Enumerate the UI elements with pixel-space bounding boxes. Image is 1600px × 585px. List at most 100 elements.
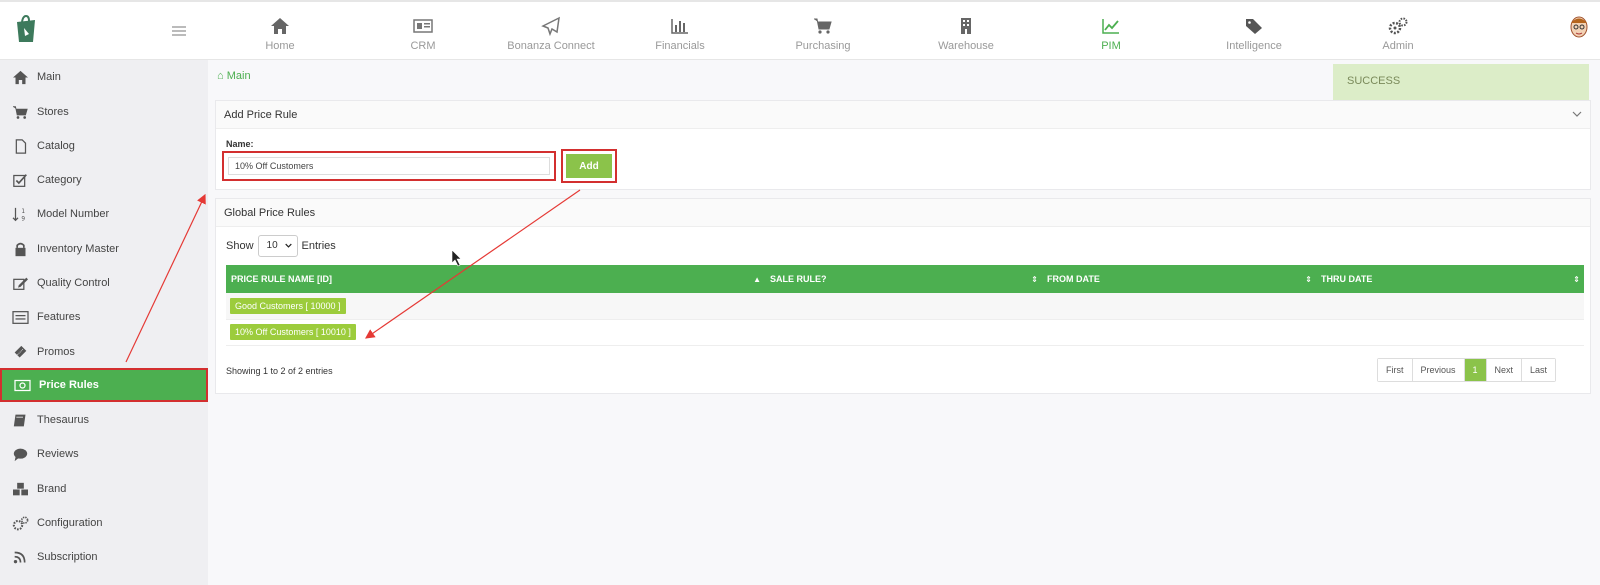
sidebar-item-label: Subscription — [37, 551, 98, 563]
file-icon — [15, 138, 27, 154]
sidebar-item-label: Main — [37, 71, 61, 83]
pager-page-1[interactable]: 1 — [1463, 359, 1486, 381]
nav-admin[interactable]: Admin — [1333, 10, 1463, 62]
pager-previous[interactable]: Previous — [1411, 359, 1464, 381]
sort-icon: ⇕ — [1573, 275, 1580, 284]
paper-plane-icon — [541, 16, 560, 36]
user-avatar[interactable] — [1568, 14, 1590, 42]
money-icon — [14, 379, 31, 391]
page-size-control: Show 10 Entries — [226, 235, 336, 257]
table-row: 10% Off Customers [ 10010 ] — [226, 319, 1584, 346]
nav-home[interactable]: Home — [215, 10, 345, 62]
menu-toggle-icon[interactable] — [172, 26, 186, 38]
column-header-name[interactable]: PRICE RULE NAME [ID] ▲ — [226, 265, 765, 293]
sidebar-item-stores[interactable]: Stores — [0, 95, 208, 129]
page-size-select[interactable]: 10 — [257, 235, 298, 257]
sidebar-item-label: Features — [37, 311, 81, 323]
chevron-down-icon — [284, 243, 292, 248]
panel-title: Add Price Rule — [224, 109, 298, 121]
list-icon — [12, 310, 29, 324]
sidebar-item-thesaurus[interactable]: Thesaurus — [0, 403, 208, 437]
sort-numeric-icon: 19 — [12, 207, 25, 222]
building-icon — [961, 18, 971, 34]
column-header-sale-rule[interactable]: SALE RULE? ⇕ — [765, 265, 1042, 293]
nav-bonanza-connect[interactable]: Bonanza Connect — [486, 10, 616, 62]
panel-title: Global Price Rules — [224, 207, 316, 219]
nav-label: Bonanza Connect — [507, 40, 595, 52]
thru-date-cell — [1316, 319, 1584, 346]
name-label: Name: — [226, 139, 254, 149]
chevron-down-icon[interactable] — [1572, 109, 1582, 119]
sidebar-item-reviews[interactable]: Reviews — [0, 437, 208, 471]
home-icon — [271, 18, 289, 34]
sidebar-item-label: Catalog — [37, 140, 75, 152]
cubes-icon — [13, 482, 28, 495]
column-header-thru-date[interactable]: THRU DATE ⇕ — [1316, 265, 1584, 293]
nav-label: Admin — [1382, 40, 1414, 52]
add-button[interactable]: Add — [566, 154, 612, 178]
rss-icon — [13, 551, 26, 563]
nav-label: Home — [265, 40, 295, 52]
id-card-icon — [413, 19, 433, 33]
pager-next[interactable]: Next — [1485, 359, 1522, 381]
sidebar-item-main[interactable]: Main — [0, 60, 208, 94]
sidebar-item-configuration[interactable]: Configuration — [0, 506, 208, 540]
price-rules-table: PRICE RULE NAME [ID] ▲ SALE RULE? ⇕ FROM D… — [226, 265, 1584, 346]
logo-icon[interactable] — [14, 14, 38, 44]
name-input[interactable] — [228, 157, 550, 175]
sidebar-item-label: Thesaurus — [37, 414, 89, 426]
home-icon: ⌂ — [217, 70, 224, 82]
show-label: Show — [226, 240, 254, 252]
sidebar-item-label: Brand — [37, 483, 67, 495]
sort-icon: ⇕ — [1031, 275, 1038, 284]
column-label: PRICE RULE NAME [ID] — [231, 274, 332, 284]
book-icon — [13, 414, 26, 426]
entries-label: Entries — [301, 240, 336, 252]
column-header-from-date[interactable]: FROM DATE ⇕ — [1042, 265, 1316, 293]
nav-purchasing[interactable]: Purchasing — [758, 10, 888, 62]
nav-warehouse[interactable]: Warehouse — [901, 10, 1031, 62]
sidebar-item-label: Reviews — [37, 448, 79, 460]
sidebar-item-brand[interactable]: Brand — [0, 472, 208, 506]
sidebar-item-subscription[interactable]: Subscription — [0, 540, 208, 574]
sidebar-item-features[interactable]: Features — [0, 300, 208, 334]
edit-icon — [13, 277, 28, 290]
sidebar-item-label: Promos — [37, 346, 75, 358]
sidebar-item-label: Model Number — [37, 208, 110, 220]
sidebar-item-label: Price Rules — [39, 379, 99, 391]
sidebar-item-quality-control[interactable]: Quality Control — [0, 266, 208, 300]
panel-header[interactable]: Add Price Rule — [216, 101, 1590, 129]
sidebar-item-catalog[interactable]: Catalog — [0, 129, 208, 163]
ticket-icon — [14, 345, 27, 357]
thru-date-cell — [1316, 293, 1584, 320]
gears-icon — [12, 515, 29, 530]
pager-first[interactable]: First — [1378, 359, 1412, 381]
nav-pim[interactable]: PIM — [1075, 10, 1147, 62]
sidebar-item-inventory-master[interactable]: Inventory Master — [0, 232, 208, 266]
line-chart-icon — [1102, 19, 1119, 34]
breadcrumb[interactable]: ⌂ Main — [217, 70, 251, 82]
nav-crm[interactable]: CRM — [358, 10, 488, 62]
sidebar-item-label: Category — [37, 174, 82, 186]
sidebar-item-price-rules[interactable]: Price Rules — [0, 368, 208, 402]
column-label: SALE RULE? — [770, 274, 827, 284]
price-rule-link[interactable]: Good Customers [ 10000 ] — [230, 297, 346, 314]
cart-icon — [13, 105, 28, 119]
name-field-wrapper — [222, 151, 556, 181]
panel-header: Global Price Rules — [216, 199, 1590, 227]
nav-label: CRM — [410, 40, 436, 52]
svg-text:1: 1 — [21, 208, 25, 214]
sidebar-item-promos[interactable]: Promos — [0, 335, 208, 369]
table-info: Showing 1 to 2 of 2 entries — [226, 366, 333, 376]
column-label: FROM DATE — [1047, 274, 1100, 284]
nav-intelligence[interactable]: Intelligence — [1189, 10, 1319, 62]
pager-last[interactable]: Last — [1521, 359, 1556, 381]
nav-label: PIM — [1101, 40, 1121, 52]
from-date-cell — [1042, 293, 1316, 320]
nav-financials[interactable]: Financials — [615, 10, 745, 62]
sort-asc-icon: ▲ — [753, 275, 761, 284]
sidebar-item-category[interactable]: Category — [0, 163, 208, 197]
sidebar-item-label: Configuration — [37, 517, 103, 529]
sidebar-item-model-number[interactable]: 19 Model Number — [0, 197, 208, 231]
price-rule-link[interactable]: 10% Off Customers [ 10010 ] — [230, 324, 356, 340]
